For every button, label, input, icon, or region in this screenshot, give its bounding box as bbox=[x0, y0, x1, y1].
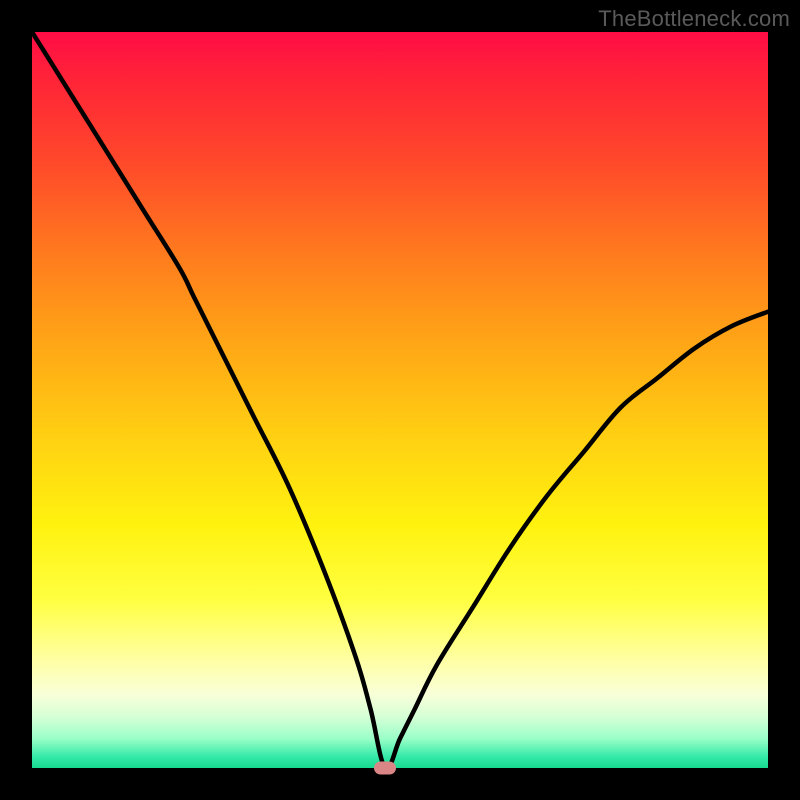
chart-frame: TheBottleneck.com bbox=[0, 0, 800, 800]
bottleneck-curve bbox=[32, 32, 768, 768]
watermark-text: TheBottleneck.com bbox=[598, 6, 790, 32]
plot-area bbox=[32, 32, 768, 768]
optimal-point-marker bbox=[374, 762, 396, 775]
